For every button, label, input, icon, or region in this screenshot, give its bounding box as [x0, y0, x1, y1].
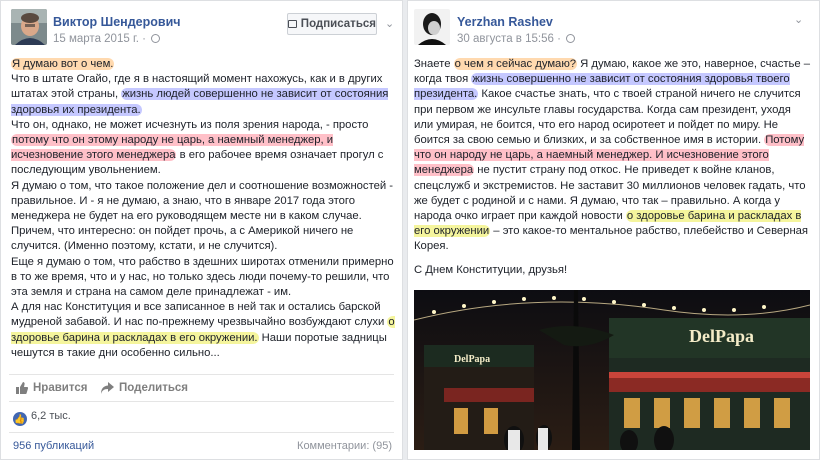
post-paragraph: Я думаю вот о чем.: [11, 57, 396, 72]
left-post: Виктор Шендерович 15 марта 2015 г. · Под…: [0, 0, 403, 460]
text-segment: Еще я думаю о том, что рабство в здешних…: [11, 255, 394, 299]
post-paragraph: Еще я думаю о том, что рабство в здешних…: [11, 255, 396, 301]
rss-icon: [288, 20, 297, 28]
highlighted-text: Я думаю вот о чем.: [11, 58, 115, 70]
right-post: Yerzhan Rashev 30 августа в 15:56 · ⌄ Зн…: [407, 0, 820, 460]
thumb-up-icon: [16, 382, 28, 394]
subscribe-button[interactable]: Подписаться: [287, 13, 377, 35]
text-segment: С Днем Конституции, друзья!: [414, 263, 568, 276]
publications-link[interactable]: 956 публикаций: [13, 440, 94, 452]
share-button[interactable]: Поделиться: [101, 382, 188, 394]
chevron-down-icon[interactable]: ⌄: [385, 17, 394, 30]
author-avatar[interactable]: [11, 9, 47, 45]
reactions-count[interactable]: 6,2 тыс.: [31, 410, 71, 422]
share-icon: [101, 382, 114, 394]
text-segment: Знаете: [414, 58, 454, 70]
post-paragraph: А для нас Конституция и все записанное в…: [11, 300, 396, 361]
post-paragraph: С Днем Конституции, друзья!: [414, 263, 812, 278]
post-photo[interactable]: DelPapa DelPapa: [414, 290, 810, 450]
globe-icon: [566, 34, 576, 43]
post-paragraph: Что в штате Огайо, где я в настоящий мом…: [11, 72, 396, 118]
photo-sign-left: DelPapa: [454, 354, 490, 365]
like-reaction-icon: 👍: [13, 412, 27, 426]
post-text: Знаете о чем я сейчас думаю? Я думаю, ка…: [414, 57, 812, 278]
like-label: Нравится: [33, 382, 88, 394]
divider: [9, 401, 394, 402]
post-date[interactable]: 15 марта 2015 г. ·: [53, 33, 161, 45]
author-name[interactable]: Виктор Шендерович: [53, 15, 181, 29]
like-button[interactable]: Нравится: [15, 382, 87, 394]
author-name[interactable]: Yerzhan Rashev: [457, 15, 553, 29]
chevron-down-icon[interactable]: ⌄: [794, 13, 803, 26]
highlighted-text: о чем я сейчас думаю?: [453, 58, 578, 70]
divider: [9, 432, 394, 433]
share-label: Поделиться: [119, 382, 189, 394]
post-paragraph: Что он, однако, не может исчезнуть из по…: [11, 118, 396, 179]
post-date-text[interactable]: 15 марта 2015 г.: [53, 33, 139, 45]
author-avatar[interactable]: [414, 9, 450, 45]
text-segment: А для нас Конституция и все записанное в…: [11, 301, 388, 329]
text-segment: Что он, однако, не может исчезнуть из по…: [11, 118, 369, 131]
post-paragraph: Знаете о чем я сейчас думаю? Я думаю, ка…: [414, 57, 812, 255]
text-segment: Я думаю о том, что такое положение дел и…: [11, 179, 394, 253]
divider: [9, 374, 394, 375]
comments-link[interactable]: Комментарии: (95): [297, 440, 392, 452]
post-paragraph: Я думаю о том, что такое положение дел и…: [11, 179, 396, 255]
photo-sign-main: DelPapa: [689, 326, 754, 346]
subscribe-label: Подписаться: [300, 18, 376, 30]
globe-icon: [151, 34, 161, 43]
post-text: Я думаю вот о чем. Что в штате Огайо, где…: [11, 57, 396, 361]
post-date-text[interactable]: 30 августа в 15:56: [457, 33, 554, 45]
reactions-summary[interactable]: 👍 6,2 тыс.: [13, 410, 71, 426]
post-date[interactable]: 30 августа в 15:56 ·: [457, 33, 576, 45]
